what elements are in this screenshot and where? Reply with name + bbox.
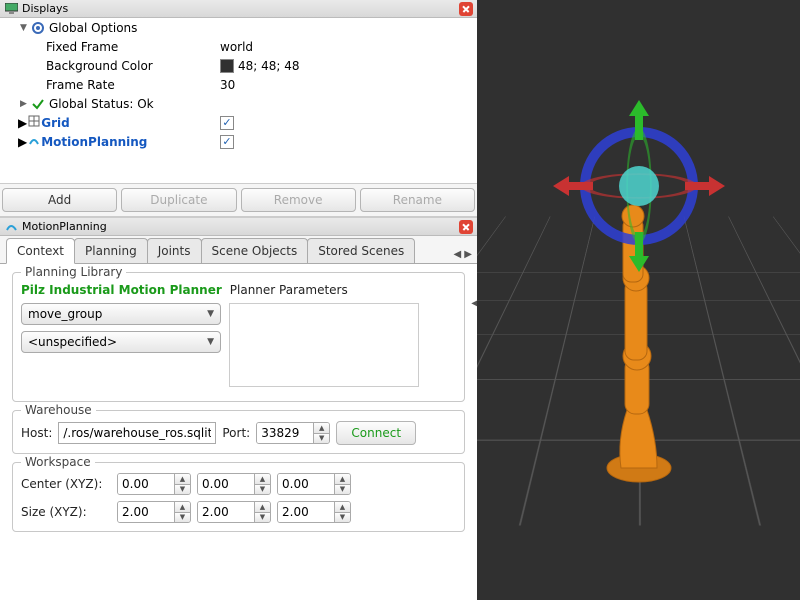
port-input[interactable]	[257, 423, 313, 443]
rename-button: Rename	[360, 188, 475, 212]
motionplanning-row[interactable]: ▶ MotionPlanning ✓	[0, 132, 477, 151]
frame-rate-label: Frame Rate	[0, 78, 220, 92]
grid-row[interactable]: ▶ Grid ✓	[0, 113, 477, 132]
frame-rate-row[interactable]: Frame Rate 30	[0, 75, 477, 94]
tab-planning[interactable]: Planning	[74, 238, 148, 263]
chevron-right-icon[interactable]: ▶	[18, 116, 27, 130]
center-y-spinbox[interactable]: ▲▼	[197, 473, 271, 495]
color-swatch	[220, 59, 234, 73]
chevron-right-icon[interactable]: ▶	[18, 135, 27, 149]
gear-icon	[29, 21, 47, 35]
global-status-label: Global Status: Ok	[47, 97, 154, 111]
close-icon[interactable]	[459, 2, 473, 16]
remove-button: Remove	[241, 188, 356, 212]
fixed-frame-row[interactable]: Fixed Frame world	[0, 37, 477, 56]
size-label: Size (XYZ):	[21, 505, 111, 519]
planner-id-value: <unspecified>	[28, 335, 117, 349]
move-group-combo[interactable]: move_group ▼	[21, 303, 221, 325]
check-icon	[29, 97, 47, 111]
size-z-spinbox[interactable]: ▲▼	[277, 501, 351, 523]
motionplanning-panel-title: MotionPlanning	[22, 220, 459, 233]
background-color-label: Background Color	[0, 59, 220, 73]
background-color-value[interactable]: 48; 48; 48	[238, 59, 300, 73]
chevron-right-icon[interactable]: ▶	[18, 99, 29, 109]
motionplanning-checkbox[interactable]: ✓	[220, 135, 234, 149]
motion-icon	[4, 220, 18, 234]
host-label: Host:	[21, 426, 52, 440]
motion-tabs: Context Planning Joints Scene Objects St…	[0, 236, 477, 264]
tab-stored-scenes[interactable]: Stored Scenes	[307, 238, 415, 263]
chevron-down-icon: ▼	[207, 309, 214, 319]
planning-library-title: Planning Library	[21, 265, 126, 279]
frame-rate-value[interactable]: 30	[220, 78, 477, 92]
warehouse-title: Warehouse	[21, 403, 96, 417]
host-input[interactable]	[58, 422, 216, 444]
close-icon[interactable]	[459, 220, 473, 234]
duplicate-button: Duplicate	[121, 188, 236, 212]
displays-tree: ▼ Global Options Fixed Frame world Backg…	[0, 18, 477, 183]
connect-button[interactable]: Connect	[336, 421, 416, 445]
global-options-row[interactable]: ▼ Global Options	[0, 18, 477, 37]
workspace-group: Workspace Center (XYZ): ▲▼ ▲▼ ▲▼ Size (X…	[12, 462, 465, 532]
tab-context[interactable]: Context	[6, 238, 75, 264]
center-label: Center (XYZ):	[21, 477, 111, 491]
warehouse-group: Warehouse Host: Port: ▲▼ Connect	[12, 410, 465, 454]
workspace-title: Workspace	[21, 455, 95, 469]
monitor-icon	[4, 2, 18, 16]
motionplanning-label: MotionPlanning	[41, 135, 147, 149]
tab-joints[interactable]: Joints	[147, 238, 202, 263]
grid-icon	[27, 114, 41, 131]
3d-viewport[interactable]	[477, 0, 800, 600]
spin-down-icon[interactable]: ▼	[314, 434, 329, 444]
tab-scroll-right[interactable]: ◀ ▶	[448, 249, 477, 263]
fixed-frame-value[interactable]: world	[220, 40, 477, 54]
planner-name: Pilz Industrial Motion Planner	[21, 283, 222, 297]
displays-title: Displays	[22, 2, 459, 15]
planner-id-combo[interactable]: <unspecified> ▼	[21, 331, 221, 353]
size-y-spinbox[interactable]: ▲▼	[197, 501, 271, 523]
port-spinbox[interactable]: ▲▼	[256, 422, 330, 444]
tab-scene-objects[interactable]: Scene Objects	[201, 238, 309, 263]
fixed-frame-label: Fixed Frame	[0, 40, 220, 54]
global-options-label: Global Options	[47, 21, 137, 35]
planner-params-box	[229, 303, 419, 387]
planner-params-label: Planner Parameters	[230, 283, 348, 297]
planning-library-group: Planning Library Pilz Industrial Motion …	[12, 272, 465, 402]
background-color-row[interactable]: Background Color 48; 48; 48	[0, 56, 477, 75]
grid-label: Grid	[41, 116, 69, 130]
size-x-spinbox[interactable]: ▲▼	[117, 501, 191, 523]
move-group-value: move_group	[28, 307, 102, 321]
motionplanning-panel-header: MotionPlanning	[0, 218, 477, 236]
motion-icon	[27, 133, 41, 150]
display-toolbar: Add Duplicate Remove Rename	[0, 183, 477, 217]
grid-checkbox[interactable]: ✓	[220, 116, 234, 130]
global-status-row[interactable]: ▶ Global Status: Ok	[0, 94, 477, 113]
add-button[interactable]: Add	[2, 188, 117, 212]
port-label: Port:	[222, 426, 250, 440]
spin-up-icon[interactable]: ▲	[314, 423, 329, 434]
chevron-down-icon[interactable]: ▼	[18, 23, 29, 33]
center-x-spinbox[interactable]: ▲▼	[117, 473, 191, 495]
center-z-spinbox[interactable]: ▲▼	[277, 473, 351, 495]
chevron-down-icon: ▼	[207, 337, 214, 347]
displays-panel-header: Displays	[0, 0, 477, 18]
